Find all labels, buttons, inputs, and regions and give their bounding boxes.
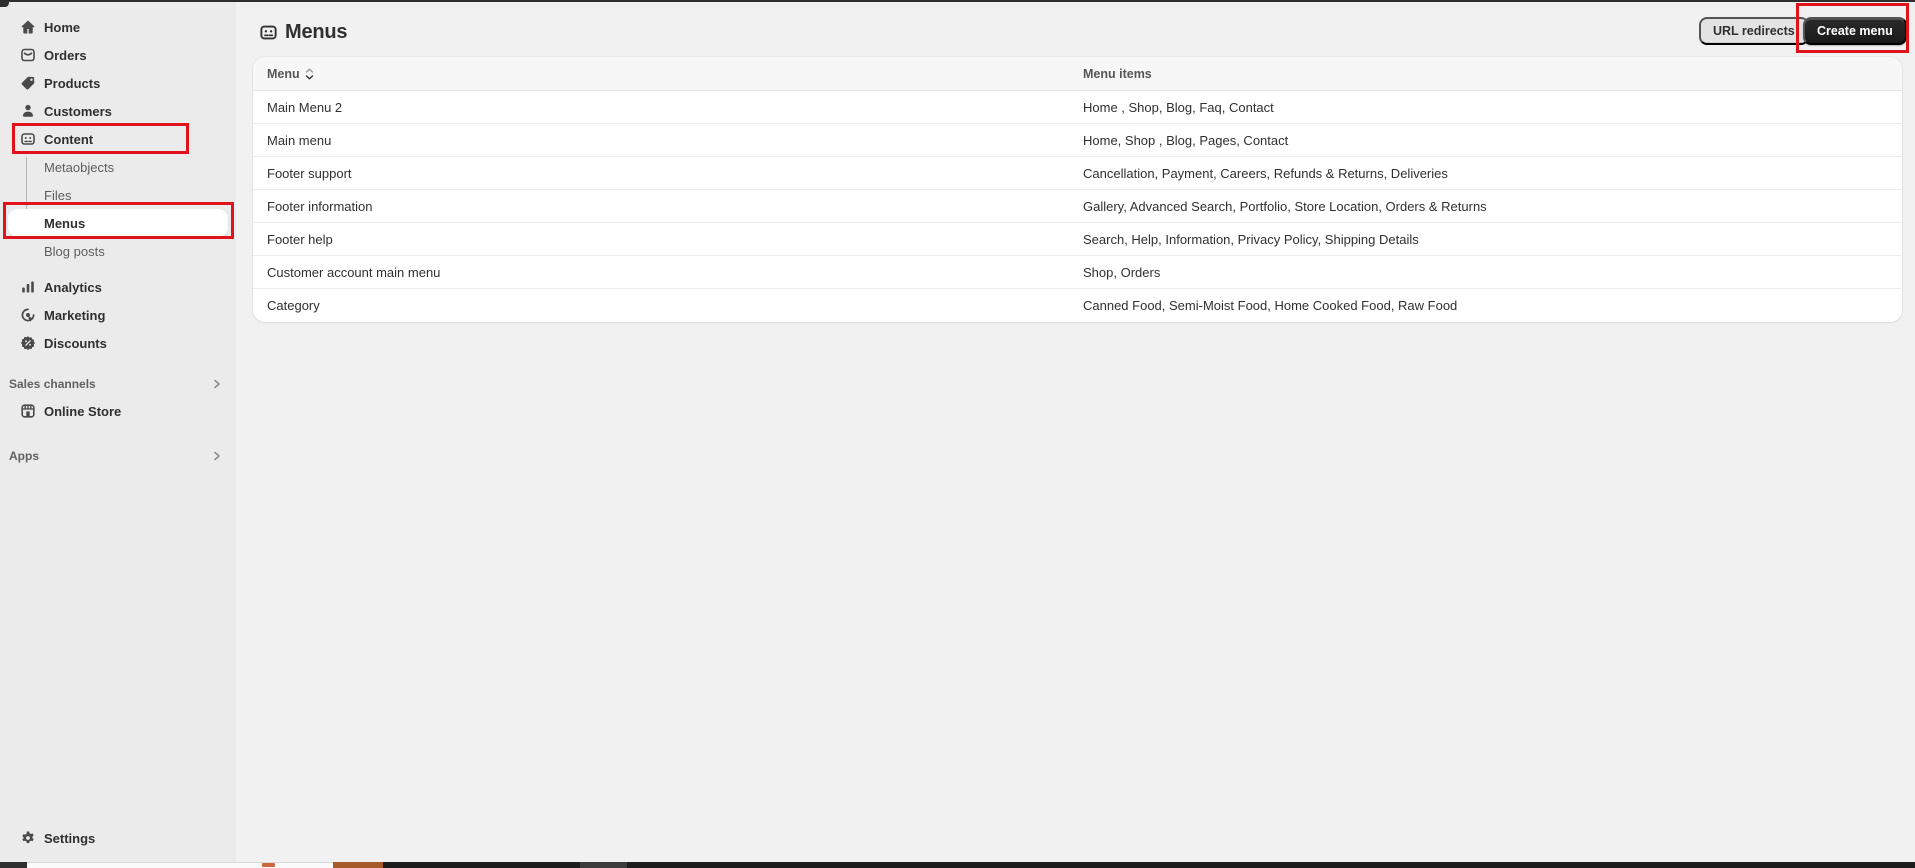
sidebar-item-label: Metaobjects: [44, 160, 114, 175]
sidebar-item-analytics[interactable]: Analytics: [8, 273, 228, 301]
table-row[interactable]: Footer support Cancellation, Payment, Ca…: [253, 157, 1902, 190]
menu-items-cell: Gallery, Advanced Search, Portfolio, Sto…: [1083, 190, 1487, 223]
main-content: Menus URL redirects Create menu Menu Men…: [236, 2, 1915, 862]
menu-items-cell: Shop, Orders: [1083, 256, 1160, 289]
menu-items-cell: Home , Shop, Blog, Faq, Contact: [1083, 91, 1274, 124]
table-row[interactable]: Main menu Home, Shop , Blog, Pages, Cont…: [253, 124, 1902, 157]
sidebar-item-label: Orders: [44, 48, 87, 63]
menu-name-cell[interactable]: Footer information: [267, 190, 373, 223]
menu-items-cell: Cancellation, Payment, Careers, Refunds …: [1083, 157, 1448, 190]
analytics-icon: [20, 279, 36, 295]
page-title: Menus: [285, 21, 347, 44]
column-header-label: Menu items: [1083, 67, 1152, 81]
table-row[interactable]: Main Menu 2 Home , Shop, Blog, Faq, Cont…: [253, 91, 1902, 124]
menus-table-card: Menu Menu items Main Menu 2 Home , Shop,…: [253, 57, 1902, 322]
menus-page-icon: [259, 23, 278, 42]
sidebar-item-discounts[interactable]: Discounts: [8, 329, 228, 357]
sidebar-item-label: Discounts: [44, 336, 107, 351]
menu-name-cell[interactable]: Category: [267, 289, 320, 322]
sidebar-item-label: Marketing: [44, 308, 105, 323]
gear-icon: [20, 830, 36, 846]
menu-items-cell: Search, Help, Information, Privacy Polic…: [1083, 223, 1419, 256]
sidebar-item-label: Online Store: [44, 404, 121, 419]
table-row[interactable]: Footer help Search, Help, Information, P…: [253, 223, 1902, 256]
sidebar: Home Orders Products Customers Content: [0, 2, 236, 862]
table-row[interactable]: Customer account main menu Shop, Orders: [253, 256, 1902, 289]
taskbar-segment: [27, 862, 333, 868]
window-top-edge: [0, 0, 1915, 2]
sidebar-section-apps[interactable]: Apps: [0, 442, 236, 470]
sidebar-item-marketing[interactable]: Marketing: [8, 301, 228, 329]
column-header-menu[interactable]: Menu: [267, 57, 314, 91]
marketing-icon: [20, 307, 36, 323]
content-icon: [20, 131, 36, 147]
page-header: Menus URL redirects Create menu: [236, 2, 1915, 58]
sidebar-item-files[interactable]: Files: [8, 181, 228, 209]
sidebar-item-content[interactable]: Content: [8, 125, 228, 153]
menu-items-cell: Canned Food, Semi-Moist Food, Home Cooke…: [1083, 289, 1457, 322]
menu-name-cell[interactable]: Footer support: [267, 157, 352, 190]
chevron-right-icon: [212, 379, 222, 389]
sidebar-item-products[interactable]: Products: [8, 69, 228, 97]
menu-name-cell[interactable]: Main menu: [267, 124, 331, 157]
shopify-admin-menus-page: Home Orders Products Customers Content: [0, 0, 1915, 868]
menu-name-cell[interactable]: Main Menu 2: [267, 91, 342, 124]
sidebar-item-label: Products: [44, 76, 100, 91]
menu-name-cell[interactable]: Customer account main menu: [267, 256, 440, 289]
sidebar-item-label: Home: [44, 20, 80, 35]
sidebar-item-home[interactable]: Home: [8, 13, 228, 41]
orders-icon: [20, 47, 36, 63]
sort-icon[interactable]: [305, 68, 314, 80]
sidebar-item-settings[interactable]: Settings: [8, 824, 228, 852]
url-redirects-button[interactable]: URL redirects: [1699, 17, 1809, 45]
products-icon: [20, 75, 36, 91]
taskbar-orange-glyph: [262, 863, 275, 867]
sidebar-item-blog-posts[interactable]: Blog posts: [8, 237, 228, 265]
apps-label: Apps: [9, 449, 39, 463]
taskbar-segment: [333, 862, 383, 868]
customers-icon: [20, 103, 36, 119]
sidebar-item-orders[interactable]: Orders: [8, 41, 228, 69]
home-icon: [20, 19, 36, 35]
create-menu-button[interactable]: Create menu: [1803, 17, 1907, 45]
sidebar-item-label: Menus: [44, 216, 85, 231]
table-header-row: Menu Menu items: [253, 57, 1902, 91]
taskbar-segment: [0, 862, 27, 868]
sidebar-item-label: Settings: [44, 831, 95, 846]
sidebar-item-label: Content: [44, 132, 93, 147]
menu-name-cell[interactable]: Footer help: [267, 223, 333, 256]
sales-channels-label: Sales channels: [9, 377, 96, 391]
sidebar-item-menus[interactable]: Menus: [8, 209, 228, 237]
sidebar-item-label: Files: [44, 188, 71, 203]
table-row[interactable]: Footer information Gallery, Advanced Sea…: [253, 190, 1902, 223]
sidebar-item-customers[interactable]: Customers: [8, 97, 228, 125]
sidebar-item-metaobjects[interactable]: Metaobjects: [8, 153, 228, 181]
sidebar-item-label: Analytics: [44, 280, 102, 295]
menu-items-cell: Home, Shop , Blog, Pages, Contact: [1083, 124, 1288, 157]
taskbar-segment: [580, 862, 627, 868]
sidebar-section-sales-channels[interactable]: Sales channels: [0, 370, 236, 398]
column-header-label: Menu: [267, 67, 300, 81]
taskbar-sliver: [0, 862, 1915, 868]
chevron-right-icon: [212, 451, 222, 461]
sidebar-item-online-store[interactable]: Online Store: [8, 397, 228, 425]
table-row[interactable]: Category Canned Food, Semi-Moist Food, H…: [253, 289, 1902, 322]
column-header-menu-items: Menu items: [1083, 57, 1152, 91]
sidebar-item-label: Customers: [44, 104, 112, 119]
sidebar-item-label: Blog posts: [44, 244, 105, 259]
storefront-icon: [20, 403, 36, 419]
window-top-corner: [0, 0, 9, 7]
discounts-icon: [20, 335, 36, 351]
